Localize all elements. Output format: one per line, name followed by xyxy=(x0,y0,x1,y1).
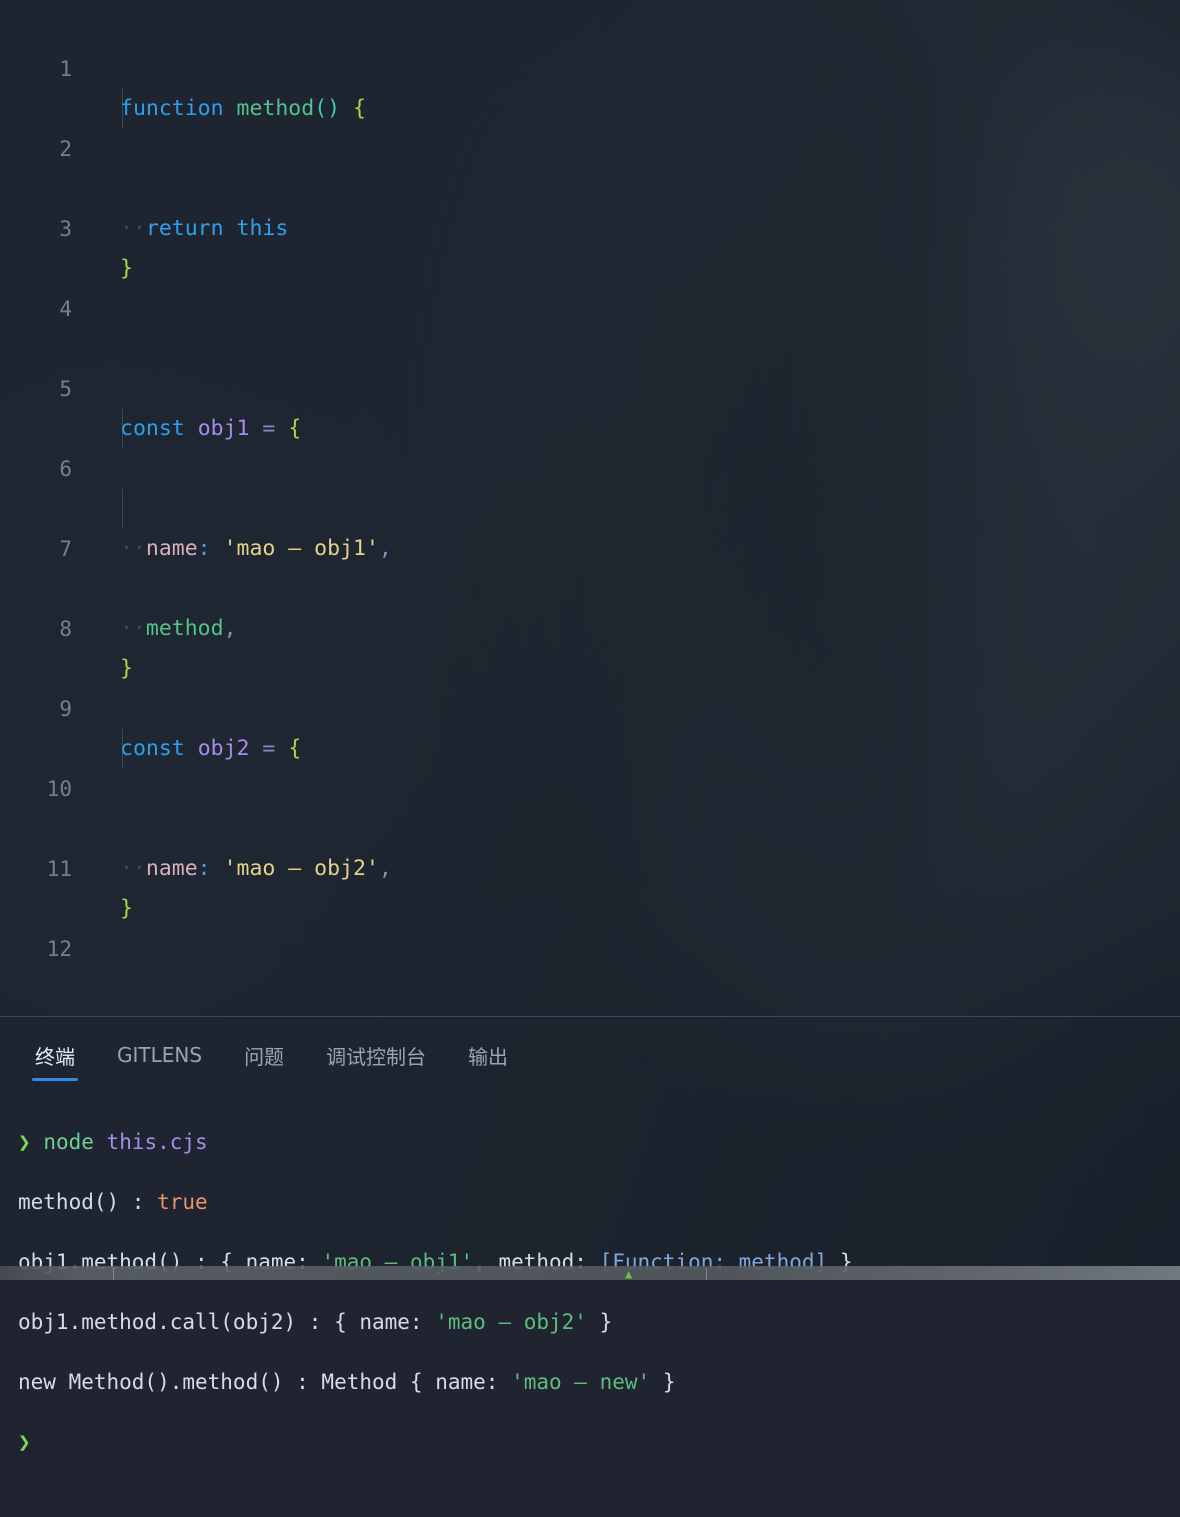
code-line: 9 const obj2 = { xyxy=(0,649,1180,689)
terminal-command: node xyxy=(43,1130,94,1154)
code-line: 6 ··name: 'mao – obj1', xyxy=(0,409,1180,449)
line-number: 1 xyxy=(0,49,72,89)
line-content: ··method, xyxy=(120,609,237,649)
line-number: 2 xyxy=(0,129,72,169)
tab-label: 问题 xyxy=(244,1041,284,1070)
terminal-command-arg: this.cjs xyxy=(107,1130,208,1154)
code-line: 3 } xyxy=(0,169,1180,209)
line-number: 11 xyxy=(0,849,72,889)
status-indicator-icon: ▲ xyxy=(625,1267,632,1281)
line-number: 5 xyxy=(0,369,72,409)
prompt-chevron-icon: ❯ xyxy=(18,1130,31,1154)
tab-problems[interactable]: 问题 xyxy=(223,1017,305,1093)
line-number: 3 xyxy=(0,209,72,249)
line-number: 6 xyxy=(0,449,72,489)
code-line: 12 xyxy=(0,889,1180,929)
line-number: 7 xyxy=(0,529,72,569)
terminal-command-line: ❯ node this.cjs xyxy=(18,1127,1162,1157)
code-line: 5 const obj1 = { xyxy=(0,329,1180,369)
terminal-output[interactable]: ❯ node this.cjs method() : true obj1.met… xyxy=(0,1093,1180,1517)
code-line: 11 } xyxy=(0,809,1180,849)
line-number: 4 xyxy=(0,289,72,329)
tab-label: 终端 xyxy=(35,1041,75,1070)
tab-label: GITLENS xyxy=(117,1043,202,1067)
terminal-line: method() : true xyxy=(18,1187,1162,1217)
tab-output[interactable]: 输出 xyxy=(447,1017,529,1093)
line-number: 8 xyxy=(0,609,72,649)
indent-guide xyxy=(122,89,123,129)
terminal-line: new Method().method() : Method { name: '… xyxy=(18,1367,1162,1397)
code-line: 13 class Method { xyxy=(0,969,1180,1009)
code-line: 8 } xyxy=(0,569,1180,609)
line-number: 13 xyxy=(0,1009,72,1016)
code-line: 2 ··return this xyxy=(0,89,1180,129)
terminal-prompt-line: ❯ xyxy=(18,1427,1162,1457)
status-bar[interactable]: ▲ xyxy=(0,1266,1180,1280)
line-number: 12 xyxy=(0,929,72,969)
indent-guide xyxy=(122,409,123,449)
line-number: 9 xyxy=(0,689,72,729)
line-content: ··name: 'mao – obj2', xyxy=(120,849,392,889)
prompt-chevron-icon: ❯ xyxy=(18,1430,31,1454)
tab-debug-console[interactable]: 调试控制台 xyxy=(305,1017,447,1093)
line-content: ··name: 'mao – obj1', xyxy=(120,529,392,569)
line-content: ··return this xyxy=(120,209,288,249)
code-line: 10 ··name: 'mao – obj2', xyxy=(0,729,1180,769)
tab-terminal[interactable]: 终端 xyxy=(14,1017,96,1093)
panel-tab-bar: 终端 GITLENS 问题 调试控制台 输出 xyxy=(0,1017,1180,1093)
bottom-panel: 终端 GITLENS 问题 调试控制台 输出 ❯ node this.cjs m… xyxy=(0,1016,1180,1280)
indent-guide xyxy=(122,489,123,529)
code-line: 7 ··method, xyxy=(0,489,1180,529)
code-line: 1 function method() { xyxy=(0,9,1180,49)
tab-gitlens[interactable]: GITLENS xyxy=(96,1017,223,1093)
terminal-line: obj1.method.call(obj2) : { name: 'mao – … xyxy=(18,1307,1162,1337)
code-editor[interactable]: 1 function method() { 2 ··return this 3 … xyxy=(0,0,1180,1016)
line-number: 10 xyxy=(0,769,72,809)
tab-label: 调试控制台 xyxy=(326,1041,426,1070)
code-line: 4 xyxy=(0,249,1180,289)
indent-guide xyxy=(122,729,123,769)
tab-label: 输出 xyxy=(468,1041,508,1070)
